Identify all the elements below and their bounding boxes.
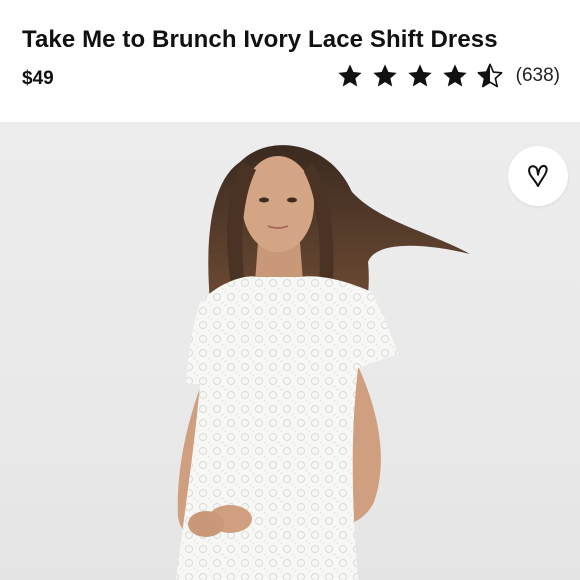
star-rating <box>336 62 504 90</box>
star-half-icon <box>476 62 504 90</box>
product-header: Take Me to Brunch Ivory Lace Shift Dress… <box>0 0 580 122</box>
product-title: Take Me to Brunch Ivory Lace Shift Dress <box>22 26 498 53</box>
product-photo <box>0 122 580 580</box>
star-filled-icon <box>371 62 399 90</box>
star-filled-icon <box>406 62 434 90</box>
star-filled-icon <box>441 62 469 90</box>
star-filled-icon <box>336 62 364 90</box>
heart-outline-icon <box>523 161 553 191</box>
favorite-button[interactable] <box>508 146 568 206</box>
review-count[interactable]: (638) <box>516 65 560 87</box>
product-price: $49 <box>22 68 54 89</box>
model-in-dress-image <box>176 145 470 580</box>
rating-summary[interactable]: (638) <box>336 62 560 90</box>
